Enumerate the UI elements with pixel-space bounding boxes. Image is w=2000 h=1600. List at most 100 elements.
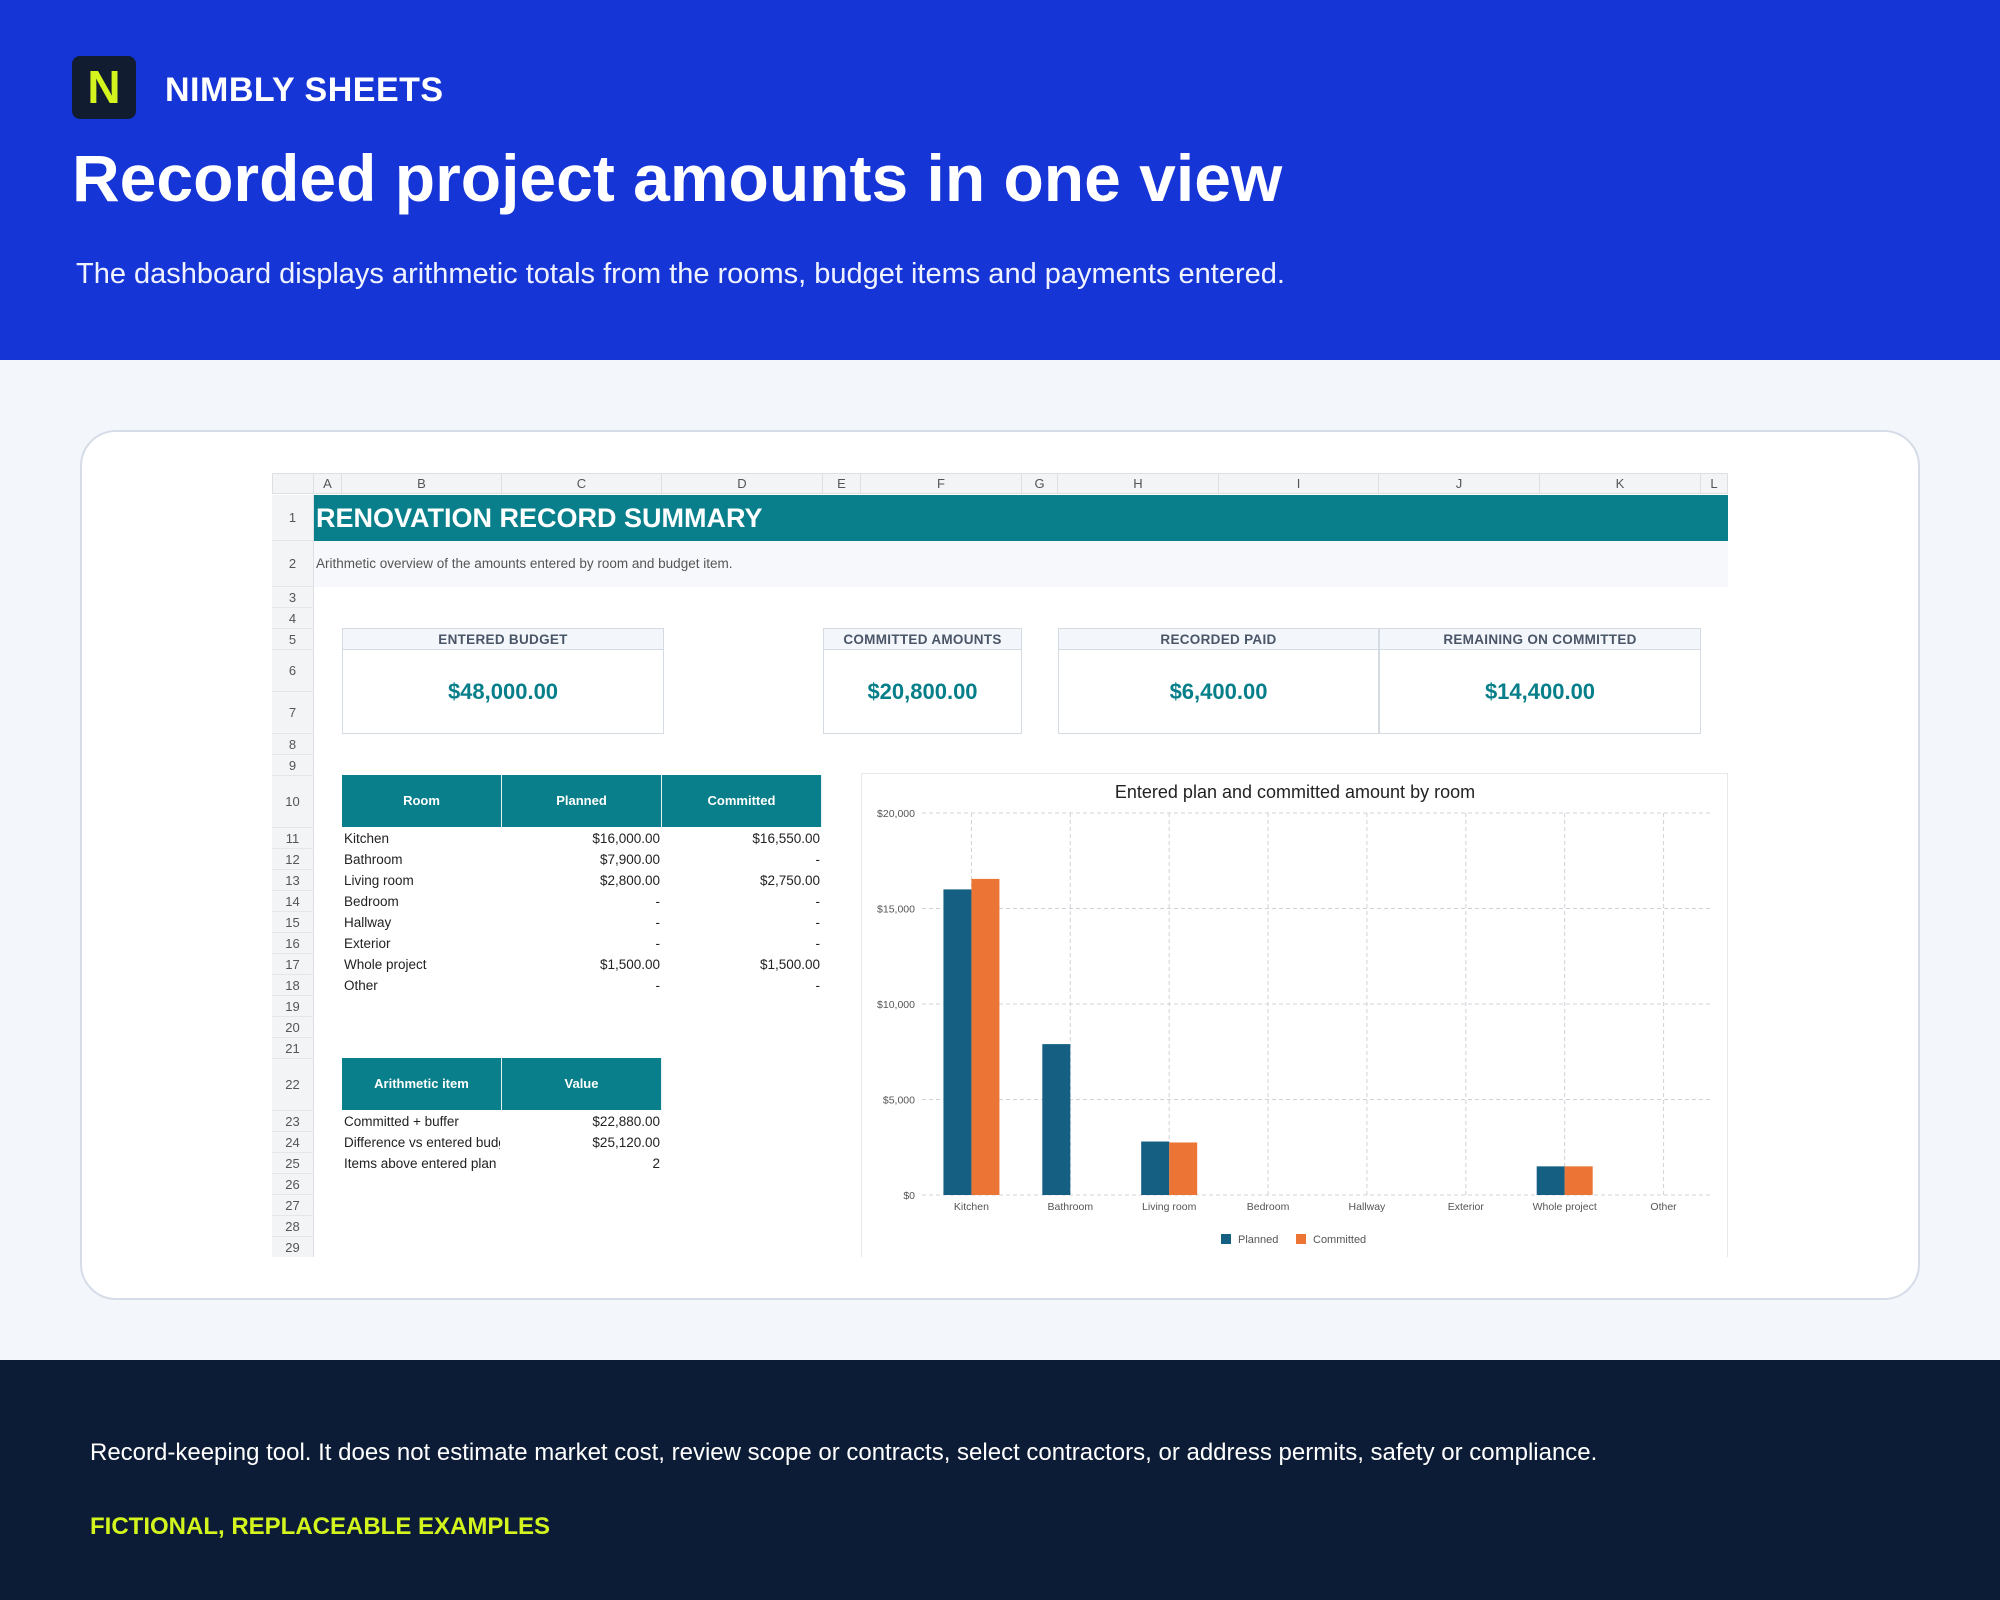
arithmetic-item-cell[interactable]: Committed + buffer — [344, 1111, 500, 1132]
arithmetic-value-cell[interactable]: $22,880.00 — [502, 1111, 660, 1132]
column-header[interactable]: G — [1022, 473, 1058, 494]
row-header[interactable]: 26 — [272, 1174, 314, 1195]
room-name-cell[interactable]: Bedroom — [344, 891, 494, 912]
row-header[interactable]: 17 — [272, 954, 314, 975]
row-header[interactable]: 10 — [272, 776, 314, 828]
column-header[interactable]: K — [1540, 473, 1701, 494]
planned-cell[interactable]: - — [502, 891, 661, 912]
column-header[interactable]: D — [662, 473, 823, 494]
row-header[interactable]: 25 — [272, 1153, 314, 1174]
row-header[interactable]: 9 — [272, 755, 314, 776]
planned-col-header[interactable]: Planned — [502, 775, 662, 827]
column-header[interactable]: E — [823, 473, 861, 494]
row-header[interactable]: 23 — [272, 1111, 314, 1132]
row-header[interactable]: 6 — [272, 650, 314, 692]
committed-cell[interactable]: - — [662, 933, 821, 954]
bar-planned-living-room — [1141, 1141, 1170, 1195]
room-name-cell[interactable]: Exterior — [344, 933, 494, 954]
row-header[interactable]: 14 — [272, 891, 314, 912]
bar-chart[interactable]: Entered plan and committed amount by roo… — [861, 773, 1728, 1257]
x-tick-label: Hallway — [1349, 1201, 1387, 1213]
kpi-remaining-on-committed[interactable]: REMAINING ON COMMITTED $14,400.00 — [1379, 628, 1701, 734]
kpi-label: ENTERED BUDGET — [343, 629, 663, 650]
planned-cell[interactable]: $1,500.00 — [502, 954, 660, 975]
row-header[interactable]: 21 — [272, 1038, 314, 1059]
row-header[interactable]: 28 — [272, 1216, 314, 1237]
row-header[interactable]: 5 — [272, 629, 314, 650]
committed-cell[interactable]: $1,500.00 — [662, 954, 820, 975]
planned-cell[interactable]: $2,800.00 — [502, 870, 660, 891]
arithmetic-value-cell[interactable]: $25,120.00 — [502, 1132, 660, 1153]
row-header[interactable]: 8 — [272, 734, 314, 755]
column-header[interactable]: J — [1379, 473, 1540, 494]
row-header[interactable]: 12 — [272, 849, 314, 870]
bar-planned-kitchen — [943, 889, 972, 1195]
committed-cell[interactable]: $16,550.00 — [662, 828, 820, 849]
arithmetic-item-cell[interactable]: Items above entered plan — [344, 1153, 500, 1174]
room-name-cell[interactable]: Other — [344, 975, 494, 996]
row-header[interactable]: 15 — [272, 912, 314, 933]
room-name-cell[interactable]: Hallway — [344, 912, 494, 933]
bar-committed-kitchen — [971, 878, 1000, 1195]
sheet-title[interactable]: RENOVATION RECORD SUMMARY — [314, 495, 1728, 541]
kpi-recorded-paid[interactable]: RECORDED PAID $6,400.00 — [1058, 628, 1379, 734]
arithmetic-value-cell[interactable]: 2 — [502, 1153, 660, 1174]
row-header[interactable]: 27 — [272, 1195, 314, 1216]
row-header[interactable]: 22 — [272, 1059, 314, 1111]
column-header[interactable]: C — [502, 473, 662, 494]
row-header[interactable]: 4 — [272, 608, 314, 629]
row-header[interactable]: 13 — [272, 870, 314, 891]
room-name-cell[interactable]: Whole project — [344, 954, 494, 975]
row-header[interactable]: 2 — [272, 541, 314, 587]
arithmetic-item-col-header[interactable]: Arithmetic item — [342, 1058, 502, 1110]
bar-planned-bathroom — [1042, 1044, 1071, 1195]
row-header[interactable]: 20 — [272, 1017, 314, 1038]
planned-cell[interactable]: - — [502, 975, 661, 996]
column-header[interactable]: I — [1219, 473, 1379, 494]
column-header[interactable]: A — [314, 473, 342, 494]
row-header[interactable]: 11 — [272, 828, 314, 849]
row-header[interactable]: 19 — [272, 996, 314, 1017]
room-name-cell[interactable]: Kitchen — [344, 828, 494, 849]
planned-cell[interactable]: - — [502, 933, 661, 954]
committed-col-header[interactable]: Committed — [662, 775, 822, 827]
row-header[interactable]: 29 — [272, 1237, 314, 1257]
brand-logo: N — [72, 56, 136, 119]
column-header[interactable]: H — [1058, 473, 1219, 494]
kpi-value: $20,800.00 — [867, 679, 978, 704]
column-header[interactable]: F — [861, 473, 1022, 494]
select-all-corner[interactable] — [272, 473, 314, 494]
room-name-cell[interactable]: Bathroom — [344, 849, 494, 870]
kpi-committed-amounts[interactable]: COMMITTED AMOUNTS $20,800.00 — [823, 628, 1022, 734]
committed-cell[interactable]: $2,750.00 — [662, 870, 820, 891]
y-tick-label: $0 — [903, 1190, 915, 1202]
kpi-label: REMAINING ON COMMITTED — [1380, 629, 1700, 650]
sheet-description[interactable]: Arithmetic overview of the amounts enter… — [314, 541, 1728, 587]
room-name-cell[interactable]: Living room — [344, 870, 494, 891]
column-header[interactable]: B — [342, 473, 502, 494]
committed-cell[interactable]: - — [662, 891, 821, 912]
page-title: Recorded project amounts in one view — [72, 141, 1283, 215]
spreadsheet: ABCDEFGHIJKL 1 2 3 4 5 6 7 8 9 10 11 12 13 14 15 16 17 18… — [272, 473, 1728, 1257]
planned-cell[interactable]: - — [502, 912, 661, 933]
value-col-header[interactable]: Value — [502, 1058, 662, 1110]
kpi-value: $48,000.00 — [447, 679, 559, 704]
committed-cell[interactable]: - — [662, 849, 821, 870]
row-header[interactable]: 3 — [272, 587, 314, 608]
committed-cell[interactable]: - — [662, 975, 821, 996]
kpi-label: RECORDED PAID — [1059, 629, 1378, 650]
row-header[interactable]: 16 — [272, 933, 314, 954]
planned-cell[interactable]: $7,900.00 — [502, 849, 660, 870]
chart-title: Entered plan and committed amount by roo… — [1115, 782, 1475, 802]
row-header[interactable]: 1 — [272, 495, 314, 541]
committed-cell[interactable]: - — [662, 912, 821, 933]
planned-cell[interactable]: $16,000.00 — [502, 828, 660, 849]
row-header[interactable]: 18 — [272, 975, 314, 996]
column-header[interactable]: L — [1701, 473, 1728, 494]
arithmetic-item-cell[interactable]: Difference vs entered budget — [344, 1132, 500, 1153]
room-col-header[interactable]: Room — [342, 775, 502, 827]
y-tick-label: $10,000 — [877, 999, 915, 1011]
row-header[interactable]: 7 — [272, 692, 314, 734]
kpi-entered-budget[interactable]: ENTERED BUDGET $48,000.00 — [342, 628, 664, 734]
row-header[interactable]: 24 — [272, 1132, 314, 1153]
